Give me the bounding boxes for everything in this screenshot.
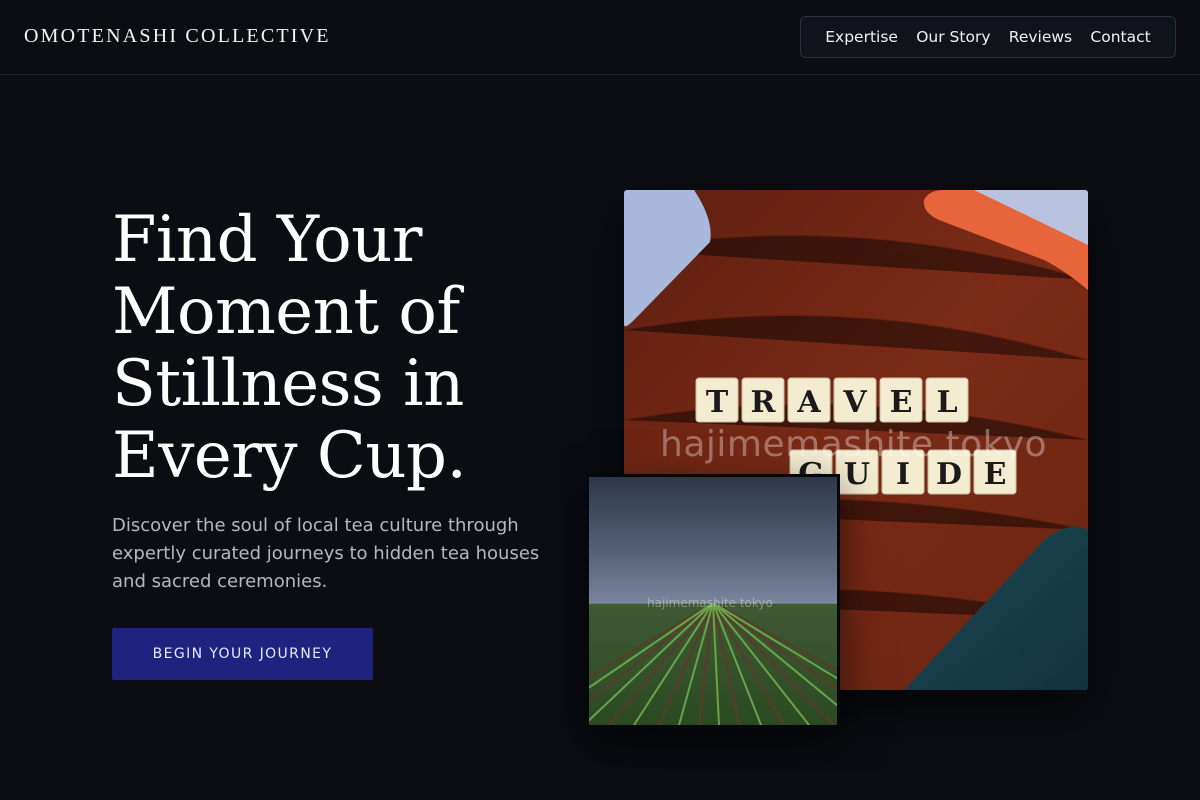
nav-link-contact[interactable]: Contact [1090,28,1150,46]
svg-text:T: T [706,385,729,420]
nav-link-our-story[interactable]: Our Story [916,28,990,46]
nav-link-reviews[interactable]: Reviews [1009,28,1072,46]
hero-subtitle: Discover the soul of local tea culture t… [112,515,540,592]
svg-text:U: U [844,457,870,492]
svg-text:A: A [796,385,821,420]
svg-text:R: R [751,385,777,420]
farm-field-photo [586,474,840,728]
svg-text:I: I [896,457,910,492]
brand-logo[interactable]: OMOTENASHI COLLECTIVE [24,25,331,48]
svg-text:E: E [890,385,913,420]
hero-title: Find Your Moment of Stillness in Every C… [112,203,467,493]
begin-journey-button[interactable]: BEGIN YOUR JOURNEY [112,628,373,680]
svg-text:V: V [842,385,867,420]
svg-text:E: E [984,457,1007,492]
svg-text:D: D [936,457,962,492]
main-nav: Expertise Our Story Reviews Contact [800,16,1176,58]
site-header: OMOTENASHI COLLECTIVE Expertise Our Stor… [0,0,1200,75]
nav-link-expertise[interactable]: Expertise [825,28,898,46]
svg-text:L: L [936,385,957,420]
